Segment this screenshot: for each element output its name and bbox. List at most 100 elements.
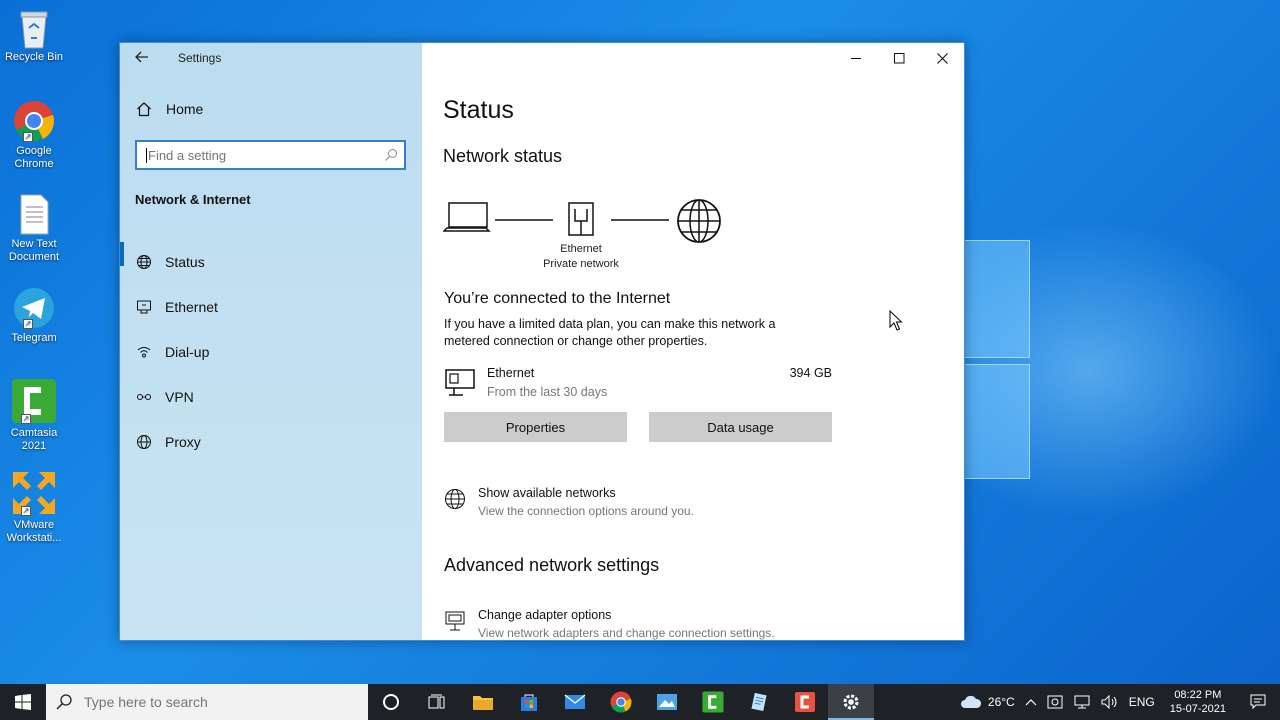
file-explorer-icon	[473, 696, 493, 710]
ethernet-port-icon	[568, 202, 594, 236]
nav-list: Status Ethernet Dial-up VPN Proxy	[120, 239, 422, 464]
network-status-heading: Network status	[443, 146, 563, 166]
desktop-icon-telegram[interactable]: ↗ Telegram	[2, 287, 66, 345]
taskbar-store[interactable]	[506, 684, 552, 720]
vpn-icon	[137, 393, 151, 400]
windows-logo-icon	[15, 694, 31, 710]
recycle-bin-icon	[13, 6, 55, 49]
internet-globe-icon	[677, 199, 721, 243]
start-button[interactable]	[0, 684, 46, 720]
task-view-icon	[428, 694, 445, 709]
laptop-icon	[443, 202, 491, 232]
main-content: Status Network status Ethernet Private n…	[443, 43, 963, 640]
taskbar-search[interactable]	[46, 684, 368, 720]
page-title: Status	[443, 96, 514, 124]
taskbar-chrome[interactable]	[598, 684, 644, 720]
settings-sidebar: Settings Home Network & Internet Status …	[120, 43, 422, 640]
search-input[interactable]	[148, 147, 373, 163]
app-title: Settings	[178, 51, 222, 65]
desktop-icon-new-text-document[interactable]: New Text Document	[2, 193, 66, 264]
cortana-button[interactable]	[368, 684, 414, 720]
notepad-icon	[751, 692, 767, 712]
taskbar-camtasia[interactable]	[690, 684, 736, 720]
task-view-button[interactable]	[414, 684, 460, 720]
camtasia-icon	[702, 691, 724, 713]
camtasia-icon: ↗	[11, 378, 57, 424]
notification-icon	[1250, 694, 1266, 710]
settings-icon	[843, 694, 859, 710]
ethernet-usage-amount: 394 GB	[789, 366, 832, 380]
action-center-button[interactable]	[1236, 684, 1280, 720]
windows-logo-wallpaper	[962, 240, 1032, 480]
clock[interactable]: 08:22 PM 15-07-2021	[1160, 684, 1236, 720]
data-usage-button[interactable]: Data usage	[649, 412, 832, 442]
arrow-left-icon	[135, 51, 148, 63]
camtasia-recorder-icon	[795, 692, 815, 712]
clock-time: 08:22 PM	[1174, 689, 1222, 701]
find-setting-search[interactable]	[135, 140, 406, 170]
properties-button[interactable]: Properties	[444, 412, 627, 442]
globe-icon	[445, 489, 465, 509]
nav-item-dial-up[interactable]: Dial-up	[120, 329, 422, 374]
search-icon	[385, 149, 397, 161]
desktop-icon-vmware[interactable]: ↗ VMware Workstati...	[2, 470, 66, 545]
connection-status-description: If you have a limited data plan, you can…	[444, 317, 776, 348]
desktop-icon-recycle-bin[interactable]: Recycle Bin	[2, 6, 66, 64]
diagram-profile-label: Private network	[543, 258, 619, 270]
language-indicator[interactable]: ENG	[1124, 684, 1160, 720]
nav-item-status[interactable]: Status	[120, 239, 422, 284]
volume-button[interactable]	[1096, 684, 1124, 720]
connection-status-title: You’re connected to the Internet	[444, 290, 671, 307]
taskbar-photos[interactable]	[644, 684, 690, 720]
cortana-icon	[383, 694, 399, 710]
network-diagram: Ethernet Private network	[443, 195, 743, 275]
system-tray: 26°C ENG 08:22 PM 15-07-2021	[955, 684, 1280, 720]
clock-date: 15-07-2021	[1169, 703, 1226, 715]
globe-icon	[137, 254, 151, 269]
weather-widget[interactable]: 26°C	[955, 684, 1020, 720]
home-icon	[137, 102, 151, 117]
back-button[interactable]	[130, 49, 154, 69]
taskbar-search-input[interactable]	[84, 694, 344, 710]
change-adapter-options-link[interactable]: Change adapter options View network adap…	[443, 608, 863, 640]
ethernet-name: Ethernet	[487, 366, 535, 380]
speaker-icon	[1101, 695, 1117, 709]
vmware-icon: ↗	[11, 470, 57, 516]
globe-icon	[137, 434, 151, 449]
photos-icon	[657, 694, 677, 710]
chrome-icon: ↗	[13, 100, 55, 142]
nav-home[interactable]: Home	[136, 101, 203, 117]
mouse-cursor-icon	[889, 310, 903, 331]
tray-app-icon[interactable]	[1042, 684, 1068, 720]
settings-window: Settings Home Network & Internet Status …	[119, 42, 965, 641]
network-tray-icon	[1074, 695, 1090, 709]
tray-app-icon	[1047, 695, 1063, 709]
taskbar-notepad[interactable]	[736, 684, 782, 720]
nav-item-vpn[interactable]: VPN	[120, 374, 422, 419]
taskbar-camtasia-recorder[interactable]	[782, 684, 828, 720]
nav-item-proxy[interactable]: Proxy	[120, 419, 422, 464]
text-document-icon	[13, 193, 55, 235]
taskbar-mail[interactable]	[552, 684, 598, 720]
ethernet-usage-row: Ethernet From the last 30 days 394 GB	[444, 365, 834, 405]
section-title: Network & Internet	[135, 192, 251, 207]
title-bar[interactable]: Settings	[120, 43, 422, 75]
ethernet-adapter-icon	[445, 369, 475, 396]
show-hidden-icons-button[interactable]	[1020, 684, 1042, 720]
search-icon	[56, 694, 72, 710]
mail-icon	[564, 694, 586, 709]
home-label: Home	[166, 101, 204, 117]
taskbar-settings[interactable]	[828, 684, 874, 720]
desktop-icon-google-chrome[interactable]: ↗ Google Chrome	[2, 100, 66, 171]
desktop-icon-camtasia[interactable]: ↗ Camtasia 2021	[2, 378, 66, 453]
ethernet-icon	[137, 300, 151, 313]
taskbar-file-explorer[interactable]	[460, 684, 506, 720]
network-adapter-icon	[445, 611, 465, 631]
advanced-settings-heading: Advanced network settings	[444, 555, 660, 575]
chrome-icon	[610, 691, 632, 713]
nav-item-ethernet[interactable]: Ethernet	[120, 284, 422, 329]
chevron-up-icon	[1025, 699, 1037, 706]
weather-temperature: 26°C	[987, 695, 1015, 709]
show-available-networks-link[interactable]: Show available networks View the connect…	[443, 486, 863, 522]
network-tray-button[interactable]	[1068, 684, 1096, 720]
